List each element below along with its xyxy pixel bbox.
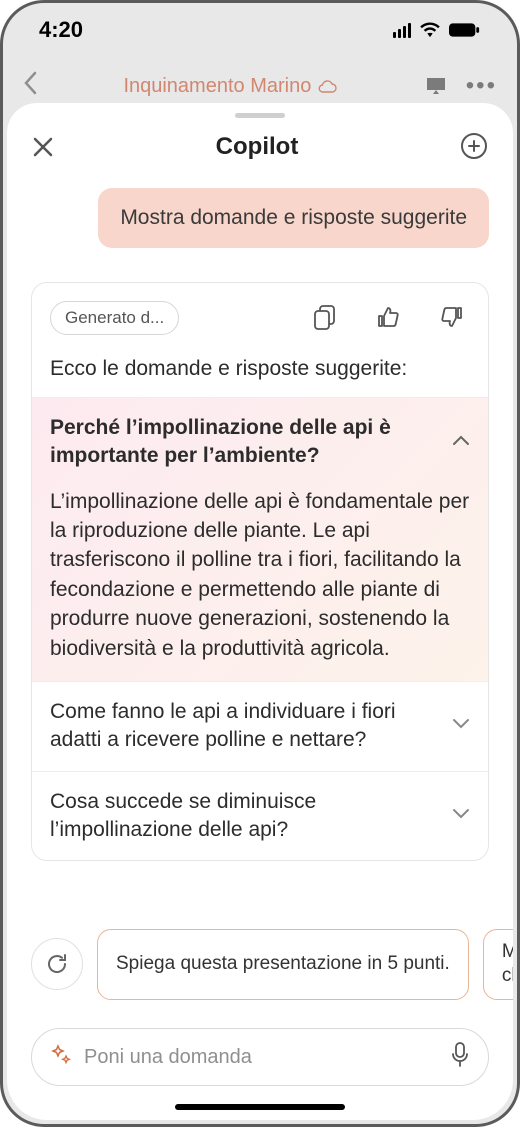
qa-toggle[interactable]: Cosa succede se diminuisce l’impollinazi… bbox=[32, 772, 488, 861]
microphone-icon[interactable] bbox=[450, 1042, 470, 1073]
qa-question: Cosa succede se diminuisce l’impollinazi… bbox=[50, 788, 436, 845]
generated-by-chip[interactable]: Generato d... bbox=[50, 301, 179, 335]
copy-icon[interactable] bbox=[314, 305, 336, 331]
ai-response-card: Generato d... Ecco le domande e rispo bbox=[31, 282, 489, 861]
user-message: Mostra domande e risposte suggerite bbox=[98, 188, 489, 248]
device-frame: 4:20 Inquinamento Marino ••• bbox=[0, 0, 520, 1127]
qa-item-3: Cosa succede se diminuisce l’impollinazi… bbox=[32, 771, 488, 861]
qa-toggle[interactable]: Perché l’impollinazione delle api è impo… bbox=[32, 398, 488, 487]
sheet-title: Copilot bbox=[216, 133, 299, 161]
new-chat-button[interactable] bbox=[459, 132, 489, 162]
home-indicator[interactable] bbox=[175, 1104, 345, 1110]
qa-item-2: Come fanno le api a individuare i fiori … bbox=[32, 681, 488, 771]
qa-question: Come fanno le api a individuare i fiori … bbox=[50, 698, 436, 755]
document-title: Inquinamento Marino bbox=[47, 75, 414, 98]
sheet-grabber[interactable] bbox=[235, 113, 285, 118]
suggestion-pill-2[interactable]: Mostra diap chiave bbox=[483, 929, 513, 1000]
chevron-down-icon bbox=[452, 807, 470, 825]
sheet-header: Copilot bbox=[7, 122, 513, 178]
back-icon[interactable] bbox=[23, 70, 37, 102]
close-button[interactable] bbox=[31, 135, 55, 159]
copilot-sheet: Copilot Mostra domande e risposte sugger… bbox=[7, 103, 513, 1120]
status-bar: 4:20 bbox=[3, 3, 517, 57]
status-time: 4:20 bbox=[39, 17, 83, 43]
qa-question: Perché l’impollinazione delle api è impo… bbox=[50, 414, 436, 471]
more-icon[interactable]: ••• bbox=[466, 72, 497, 100]
sparkle-icon bbox=[50, 1044, 72, 1071]
ai-actions bbox=[314, 305, 470, 331]
qa-toggle[interactable]: Come fanno le api a individuare i fiori … bbox=[32, 682, 488, 771]
status-indicators bbox=[393, 22, 481, 38]
qa-item-1: Perché l’impollinazione delle api è impo… bbox=[32, 397, 488, 681]
document-title-text: Inquinamento Marino bbox=[123, 75, 311, 98]
suggestion-pill-1[interactable]: Spiega questa presentazione in 5 punti. bbox=[97, 929, 469, 1000]
cellular-icon bbox=[393, 22, 411, 38]
refresh-suggestions-button[interactable] bbox=[31, 938, 83, 990]
prompt-input[interactable] bbox=[84, 1046, 438, 1069]
cloud-icon bbox=[317, 79, 337, 93]
refresh-icon bbox=[45, 952, 69, 976]
wifi-icon bbox=[419, 22, 441, 38]
chevron-down-icon bbox=[452, 717, 470, 735]
prompt-input-bar bbox=[31, 1028, 489, 1086]
qa-answer: L’impollinazione delle api è fondamental… bbox=[32, 487, 488, 681]
chevron-up-icon bbox=[452, 433, 470, 451]
thumbs-down-icon[interactable] bbox=[440, 305, 464, 331]
present-icon[interactable] bbox=[424, 75, 448, 97]
ai-intro-text: Ecco le domande e risposte suggerite: bbox=[32, 345, 488, 397]
suggestion-row: Spiega questa presentazione in 5 punti. … bbox=[7, 917, 513, 1012]
thumbs-up-icon[interactable] bbox=[376, 305, 400, 331]
battery-icon bbox=[449, 22, 481, 38]
ai-card-header: Generato d... bbox=[32, 301, 488, 345]
